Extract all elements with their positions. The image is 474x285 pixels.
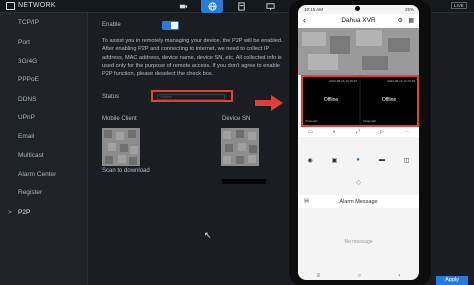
phone-nav-bar: ≡ ○ ‹ xyxy=(298,271,419,280)
channel-status: Offline xyxy=(323,97,339,103)
mobile-client-qr-code xyxy=(102,128,140,166)
camera-notch-icon xyxy=(355,6,360,11)
control-row: ◉ ▣ ● ▬ ◫ xyxy=(298,155,419,165)
p2p-panel: Enable To assist you in remotely managin… xyxy=(89,13,302,285)
p2p-info-text: To assist you in remotely managing your … xyxy=(102,38,283,78)
sidebar-item-3g4g[interactable]: 3G/4G xyxy=(18,58,37,65)
more-icon[interactable]: ⋯ xyxy=(404,129,409,135)
arrow-right-icon xyxy=(255,95,283,111)
ptz-icon[interactable]: ◫ xyxy=(404,157,410,164)
camera-icon[interactable]: ▣ xyxy=(332,157,338,164)
status-label: Status xyxy=(102,94,120,100)
channel-name: Channel2 xyxy=(363,119,376,123)
alarm-message-bar[interactable]: ▤ Alarm Message xyxy=(298,195,419,208)
globe-icon[interactable] xyxy=(201,0,223,13)
sidebar-item-tcpip[interactable]: TCP/IP xyxy=(18,19,39,26)
grid-icon[interactable]: ▦ xyxy=(408,17,414,24)
status-highlight: Online xyxy=(151,90,233,102)
playback-toolbar: ▭ ◐ ⤢ ▷ ⋯ xyxy=(298,127,419,137)
status-value: Online xyxy=(157,94,225,100)
sidebar-item-register[interactable]: Register xyxy=(18,189,42,196)
sidebar-item-email[interactable]: Email xyxy=(18,133,34,140)
sidebar-item-p2p[interactable]: P2P xyxy=(18,209,30,216)
settings-icon[interactable]: ⚙ xyxy=(398,17,403,24)
quality-icon[interactable]: ◐ xyxy=(333,129,336,135)
recent-apps-icon[interactable]: ≡ xyxy=(317,273,321,279)
device-sn-label: Device SN xyxy=(222,116,251,122)
device-sn-redaction xyxy=(222,179,266,184)
channel-tile[interactable]: 2023-05-16 10:15:45 Offline Channel1 xyxy=(303,77,359,125)
device-sn-qr-code xyxy=(221,128,259,166)
home-icon[interactable]: ○ xyxy=(357,273,361,279)
video-preview-blurred xyxy=(298,28,419,75)
scan-to-download-label: Scan to download xyxy=(102,168,150,174)
sidebar-item-port[interactable]: Port xyxy=(18,39,30,46)
channel-tile[interactable]: 2023-05-16 10:15:45 Offline Channel2 xyxy=(361,77,417,125)
layout-icon[interactable]: ▭ xyxy=(308,129,313,135)
channel-status: Offline xyxy=(381,97,397,103)
sidebar-item-alarm-center[interactable]: Alarm Center xyxy=(18,171,56,178)
phone-time: 10:15 AM xyxy=(304,7,324,12)
channel-name: Channel1 xyxy=(305,119,318,123)
favorite-icon[interactable]: ◇ xyxy=(298,179,419,186)
phone-battery: 25% xyxy=(404,7,414,12)
alarm-title: Alarm Message xyxy=(339,198,378,205)
microphone-icon[interactable]: ● xyxy=(356,157,360,163)
storage-icon[interactable] xyxy=(230,0,252,13)
chevron-right-icon: > xyxy=(8,209,12,216)
offline-channels-highlight: 2023-05-16 10:15:45 Offline Channel1 202… xyxy=(301,75,419,127)
snapshot-icon[interactable]: ◉ xyxy=(307,157,312,164)
network-icon xyxy=(6,2,15,10)
live-button[interactable]: LIVE xyxy=(451,2,467,9)
sidebar-item-ddns[interactable]: DDNS xyxy=(18,96,36,103)
mobile-client-label: Mobile Client xyxy=(102,116,137,122)
back-nav-icon[interactable]: ‹ xyxy=(398,273,400,279)
sidebar-item-multicast[interactable]: Multicast xyxy=(18,152,44,159)
camera-icon[interactable] xyxy=(172,0,194,13)
phone-mockup: 10:15 AM 25% ‹ Dahua XVR ⚙ ▦ 2023-05-16 … xyxy=(289,0,431,285)
sidebar: TCP/IP Port 3G/4G PPPoE DDNS UPnP Email … xyxy=(0,13,88,285)
no-message-text: No message xyxy=(344,239,373,245)
apply-button[interactable]: Apply xyxy=(436,276,468,285)
channel-timestamp: 2023-05-16 10:15:45 xyxy=(329,79,357,83)
phone-status-bar: 10:15 AM 25% xyxy=(298,5,419,14)
channel-timestamp: 2023-05-16 10:15:45 xyxy=(387,79,415,83)
phone-screen: 10:15 AM 25% ‹ Dahua XVR ⚙ ▦ 2023-05-16 … xyxy=(298,5,419,280)
enable-label: Enable xyxy=(102,22,121,28)
play-icon[interactable]: ▷ xyxy=(380,129,384,135)
sidebar-item-pppoe[interactable]: PPPoE xyxy=(18,76,39,83)
display-icon[interactable] xyxy=(259,0,281,13)
record-icon[interactable]: ▬ xyxy=(379,157,385,163)
enable-toggle[interactable] xyxy=(162,21,179,30)
app-header: ‹ Dahua XVR ⚙ ▦ xyxy=(298,14,419,28)
sidebar-item-upnp[interactable]: UPnP xyxy=(18,114,35,121)
page-title: NETWORK xyxy=(18,2,56,9)
mouse-cursor-icon: ↖ xyxy=(204,230,212,240)
fullscreen-icon[interactable]: ⤢ xyxy=(356,129,360,135)
